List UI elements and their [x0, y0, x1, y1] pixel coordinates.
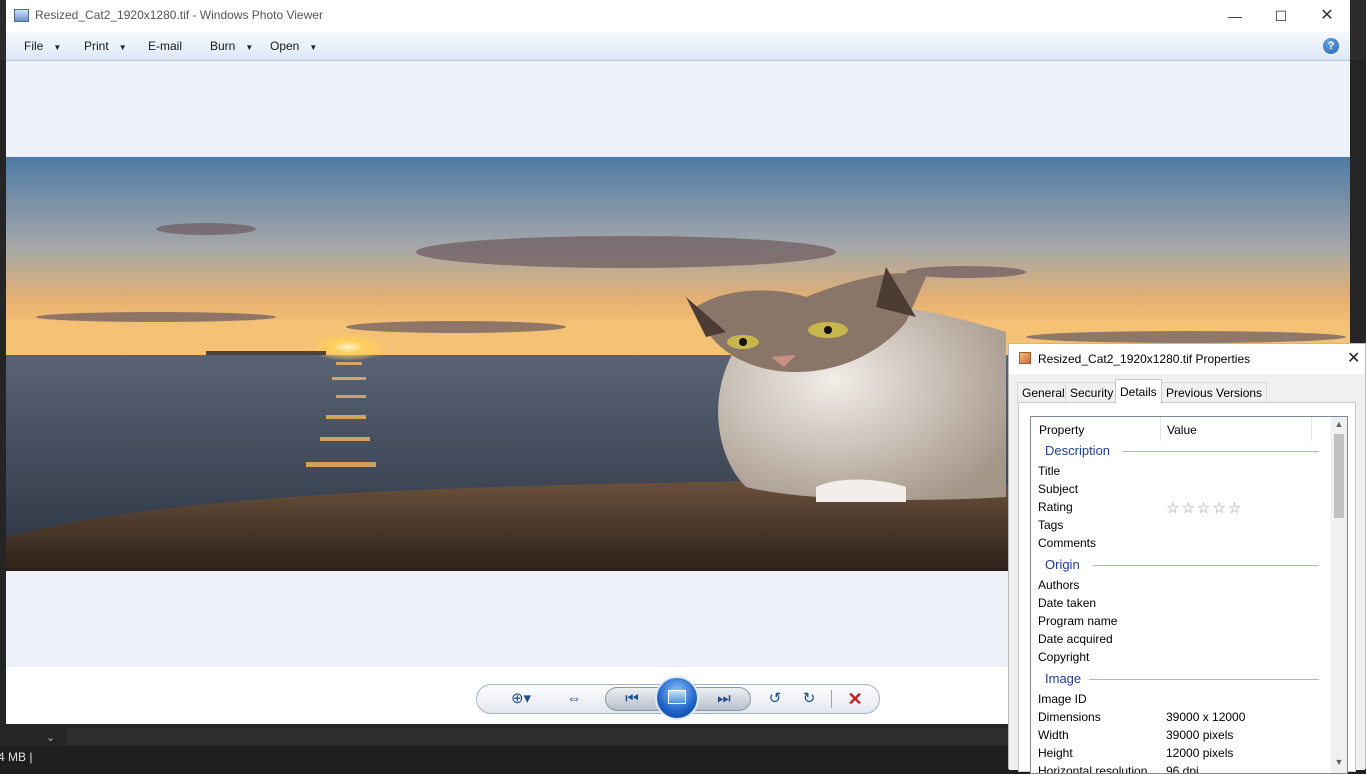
dialog-title: Resized_Cat2_1920x1280.tif Properties [1038, 352, 1251, 366]
tab-previous-versions[interactable]: Previous Versions [1161, 382, 1268, 403]
chevron-down-icon[interactable]: ⌄ [46, 731, 55, 744]
delete-icon[interactable]: ✕ [843, 687, 867, 711]
rating-stars[interactable]: ☆☆☆☆☆ [1166, 499, 1243, 517]
row-copyright[interactable]: Copyright [1038, 648, 1089, 666]
column-header-value[interactable]: Value [1167, 423, 1197, 437]
group-divider [1089, 679, 1319, 680]
group-image: Image [1045, 671, 1082, 686]
row-image-id[interactable]: Image ID [1038, 690, 1087, 708]
minimize-button[interactable]: — [1212, 0, 1258, 32]
tab-general[interactable]: General [1017, 382, 1070, 403]
menu-open-label: Open [270, 39, 300, 53]
group-divider [1123, 451, 1319, 452]
row-horizontal-resolution[interactable]: Horizontal resolution [1038, 762, 1147, 773]
row-tags[interactable]: Tags [1038, 516, 1063, 534]
column-separator[interactable] [1160, 417, 1161, 441]
toolbar-separator [831, 690, 832, 708]
scroll-down-arrow-icon[interactable]: ▼ [1331, 757, 1347, 769]
status-text: 4 MB | [0, 750, 33, 764]
zoom-icon[interactable]: ⊕▾ [503, 687, 539, 711]
value-height: 12000 pixels [1166, 746, 1234, 760]
close-dialog-button[interactable]: ✕ [1347, 348, 1360, 368]
row-comments[interactable]: Comments [1038, 534, 1096, 552]
menu-email[interactable]: E-mail [148, 32, 182, 60]
window-title: Resized_Cat2_1920x1280.tif - Windows Pho… [35, 8, 323, 22]
rotate-counterclockwise-icon[interactable]: ↺ [763, 687, 787, 711]
vertical-scrollbar[interactable]: ▲ ▼ [1331, 417, 1347, 773]
group-description: Description [1045, 443, 1111, 458]
details-panel: Property Value Description Title Subject… [1018, 402, 1356, 774]
row-title[interactable]: Title [1038, 462, 1060, 480]
dropdown-arrow-icon: ▼ [118, 43, 127, 52]
row-date-acquired[interactable]: Date acquired [1038, 630, 1113, 648]
row-height[interactable]: Height [1038, 744, 1073, 762]
group-origin: Origin [1045, 557, 1080, 572]
previous-icon[interactable]: ⏮ [617, 687, 647, 711]
next-icon[interactable]: ⏭ [709, 687, 739, 711]
row-authors[interactable]: Authors [1038, 576, 1079, 594]
menu-file-label: File [24, 39, 44, 53]
tab-security[interactable]: Security [1065, 382, 1119, 403]
menu-print-label: Print [84, 39, 109, 53]
row-subject[interactable]: Subject [1038, 480, 1078, 498]
scrollbar-thumb[interactable] [1334, 434, 1344, 518]
maximize-button[interactable]: ☐ [1258, 0, 1304, 32]
menu-bar: File ▼ Print ▼ E-mail Burn ▼ Open ▼ ? [6, 32, 1350, 61]
close-window-button[interactable]: ✕ [1304, 0, 1350, 32]
actual-size-icon[interactable]: ⇔ [559, 687, 589, 711]
image-file-icon [1019, 352, 1031, 364]
row-date-taken[interactable]: Date taken [1038, 594, 1096, 612]
menu-open[interactable]: Open ▼ [270, 32, 317, 60]
row-rating[interactable]: Rating [1038, 498, 1073, 516]
row-dimensions[interactable]: Dimensions [1038, 708, 1101, 726]
value-horizontal-resolution: 96 dpi [1166, 764, 1199, 774]
dropdown-arrow-icon: ▼ [309, 43, 318, 52]
playback-controls: ⊕▾ ⇔ ⏮ ⏭ ↺ ↻ ✕ [476, 676, 880, 720]
menu-print[interactable]: Print ▼ [84, 32, 127, 60]
value-dimensions: 39000 x 12000 [1166, 710, 1246, 724]
menu-file[interactable]: File ▼ [24, 32, 61, 60]
rotate-clockwise-icon[interactable]: ↻ [797, 687, 821, 711]
menu-burn[interactable]: Burn ▼ [210, 32, 253, 60]
menu-burn-label: Burn [210, 39, 236, 53]
background-app-panel-bar [66, 728, 1010, 745]
details-list[interactable]: Property Value Description Title Subject… [1030, 416, 1348, 774]
photo-viewer-app-icon [14, 9, 29, 22]
background-app-status-bar: 4 MB | [0, 746, 1010, 769]
scroll-up-arrow-icon[interactable]: ▲ [1331, 419, 1347, 431]
help-icon[interactable]: ? [1323, 38, 1339, 54]
value-width: 39000 pixels [1166, 728, 1234, 742]
dropdown-arrow-icon: ▼ [245, 43, 254, 52]
properties-dialog: Resized_Cat2_1920x1280.tif Properties ✕ … [1008, 343, 1366, 774]
column-header-property[interactable]: Property [1039, 423, 1084, 437]
dropdown-arrow-icon: ▼ [53, 43, 62, 52]
row-width[interactable]: Width [1038, 726, 1069, 744]
slideshow-screen-glyph [668, 690, 686, 704]
tab-details[interactable]: Details [1115, 379, 1162, 404]
group-divider [1093, 565, 1319, 566]
row-program-name[interactable]: Program name [1038, 612, 1117, 630]
slideshow-icon[interactable] [655, 676, 699, 720]
background-app-right-edge [1350, 60, 1366, 350]
title-bar[interactable]: Resized_Cat2_1920x1280.tif - Windows Pho… [6, 0, 1350, 32]
column-separator[interactable] [1311, 417, 1312, 441]
